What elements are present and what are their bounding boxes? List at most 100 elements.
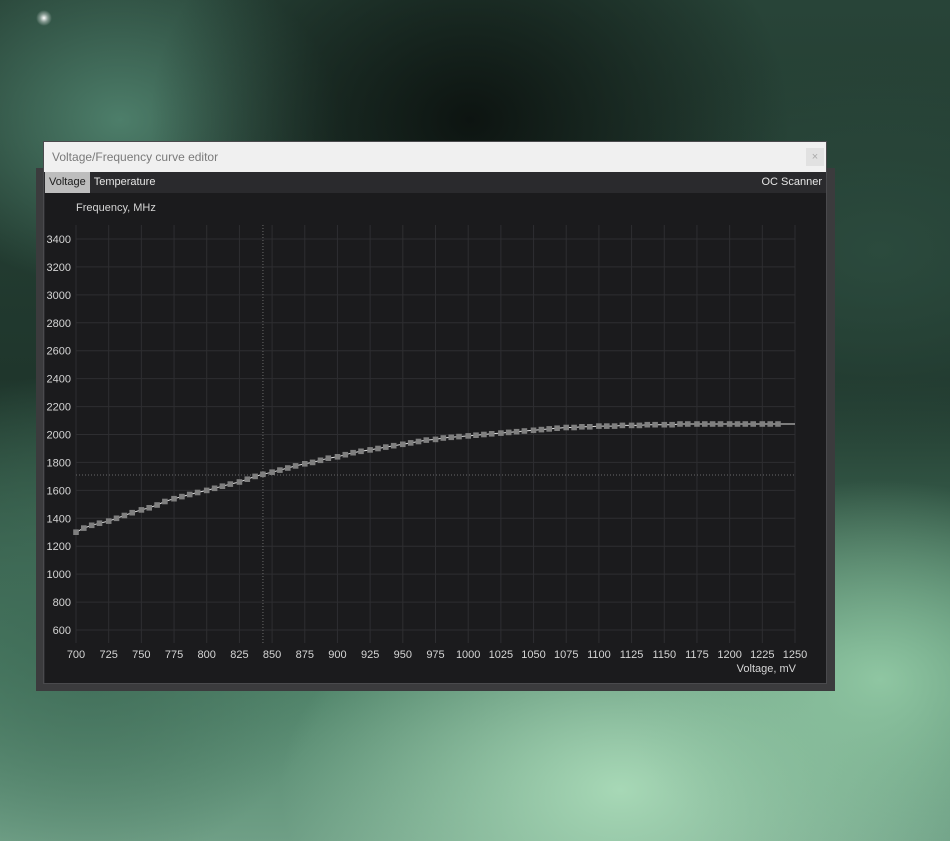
curve-point[interactable] [717, 421, 724, 427]
curve-point[interactable] [317, 457, 324, 464]
curve-point[interactable] [604, 423, 610, 429]
curve-point[interactable] [521, 428, 528, 434]
curve-point[interactable] [88, 522, 95, 529]
curve-point[interactable] [611, 423, 618, 429]
x-tick-label: 1175 [685, 649, 709, 661]
curve-point[interactable] [260, 471, 266, 478]
curve-point[interactable] [415, 438, 422, 445]
close-button[interactable]: × [806, 148, 824, 166]
curve-editor-window: Voltage/Frequency curve editor × Voltage… [43, 141, 827, 684]
curve-point[interactable] [652, 421, 658, 428]
curve-point[interactable] [269, 469, 275, 475]
curve-point[interactable] [571, 424, 577, 431]
curve-point[interactable] [252, 473, 258, 480]
curve-point[interactable] [211, 485, 218, 492]
curve-point[interactable] [325, 455, 332, 461]
curve-point[interactable] [407, 440, 414, 446]
curve-point[interactable] [587, 424, 593, 430]
curve-point[interactable] [219, 483, 226, 489]
curve-point[interactable] [775, 421, 781, 427]
curve-point[interactable] [661, 421, 668, 428]
curve-point[interactable] [121, 512, 128, 519]
curve-point[interactable] [138, 507, 145, 513]
x-tick-label: 1125 [620, 649, 644, 661]
curve-point[interactable] [596, 423, 602, 429]
curve-point[interactable] [440, 435, 447, 441]
curve-point[interactable] [554, 425, 560, 431]
curve-point[interactable] [767, 421, 773, 427]
curve-point[interactable] [277, 467, 283, 473]
curve-point[interactable] [456, 433, 462, 440]
curve-point[interactable] [227, 481, 234, 487]
curve-point[interactable] [750, 421, 756, 427]
curve-point[interactable] [619, 422, 626, 429]
curve-point[interactable] [538, 426, 545, 433]
curve-point[interactable] [105, 518, 112, 524]
curve-point[interactable] [367, 447, 373, 453]
curve-point[interactable] [669, 421, 675, 428]
curve-point[interactable] [162, 498, 168, 505]
curve-point[interactable] [309, 459, 316, 466]
tab-temperature[interactable]: Temperature [90, 172, 160, 193]
x-tick-label: 1250 [783, 649, 807, 661]
curve-point[interactable] [194, 489, 201, 496]
vf-curve-plot[interactable]: 600 800 1000 1200 1400 1600 1800 2000 2200 2400 26… [45, 193, 826, 683]
title-bar[interactable]: Voltage/Frequency curve editor × [44, 142, 826, 172]
x-tick-label: 1000 [456, 649, 480, 661]
curve-point[interactable] [702, 421, 708, 427]
curve-point[interactable] [358, 448, 364, 455]
curve-point[interactable] [179, 493, 185, 500]
curve-point[interactable] [530, 427, 537, 434]
tab-voltage[interactable]: Voltage [45, 172, 90, 193]
curve-point[interactable] [203, 487, 210, 494]
curve-point[interactable] [244, 476, 251, 482]
curve-point[interactable] [432, 436, 439, 443]
curve-point[interactable] [383, 444, 389, 450]
curve-point[interactable] [390, 442, 397, 449]
oc-scanner-button[interactable]: OC Scanner [761, 172, 822, 193]
curve-point[interactable] [448, 434, 454, 441]
curve-point[interactable] [734, 421, 741, 427]
curve-point[interactable] [513, 428, 520, 435]
curve-point[interactable] [488, 431, 495, 437]
curve-point[interactable] [726, 421, 733, 427]
curve-point[interactable] [171, 495, 177, 502]
curve-point[interactable] [709, 421, 716, 427]
curve-point[interactable] [186, 491, 193, 498]
curve-point[interactable] [285, 465, 291, 471]
curve-point[interactable] [236, 479, 243, 485]
curve-point[interactable] [81, 525, 87, 531]
curve-point[interactable] [628, 422, 635, 429]
curve-point[interactable] [302, 461, 308, 467]
curve-point[interactable] [694, 421, 700, 427]
curve-point[interactable] [644, 421, 651, 428]
curve-point[interactable] [677, 421, 683, 427]
curve-point[interactable] [498, 430, 504, 436]
curve-point[interactable] [96, 520, 103, 526]
curve-point[interactable] [473, 432, 479, 438]
curve-point[interactable] [546, 426, 552, 432]
curve-point[interactable] [129, 509, 135, 516]
curve-point[interactable] [146, 505, 152, 511]
curve-point[interactable] [465, 433, 471, 439]
curve-point[interactable] [579, 424, 585, 430]
curve-point[interactable] [636, 422, 643, 429]
vf-curve-chart[interactable]: 600 800 1000 1200 1400 1600 1800 2000 2200 2400 26… [45, 193, 826, 683]
curve-point[interactable] [154, 502, 160, 508]
curve-point[interactable] [375, 445, 381, 452]
curve-point[interactable] [505, 429, 512, 436]
curve-point[interactable] [423, 437, 430, 443]
curve-point[interactable] [481, 431, 487, 438]
curve-point[interactable] [292, 463, 299, 469]
curve-point[interactable] [400, 441, 406, 448]
curve-point[interactable] [685, 421, 691, 427]
curve-point[interactable] [350, 449, 356, 456]
curve-point[interactable] [73, 529, 79, 535]
curve-point[interactable] [113, 515, 120, 522]
curve-point[interactable] [334, 454, 341, 460]
y-tick-label: 1000 [47, 569, 71, 581]
curve-point[interactable] [342, 451, 349, 458]
curve-point[interactable] [563, 424, 569, 431]
curve-point[interactable] [742, 421, 749, 427]
curve-point[interactable] [759, 421, 766, 427]
